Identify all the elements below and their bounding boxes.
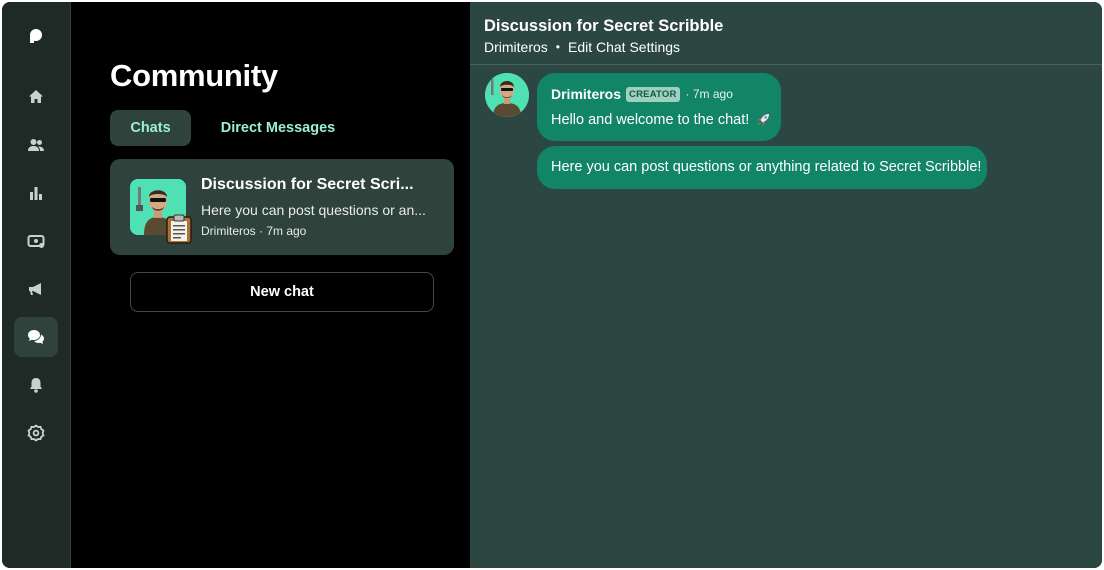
message-bubble: Drimiteros CREATOR · 7m ago Hello and we… (537, 73, 781, 141)
settings-icon[interactable] (14, 413, 58, 453)
chat-header-subtitle: Drimiteros • Edit Chat Settings (484, 39, 680, 55)
message-header: Drimiteros CREATOR · 7m ago (551, 86, 733, 102)
chat-owner-link[interactable]: Drimiteros (484, 39, 548, 55)
message-bubble: Here you can post questions or anything … (537, 146, 987, 189)
chat-panel: Discussion for Secret Scribble Drimitero… (470, 2, 1102, 568)
clipboard-icon (166, 214, 192, 244)
chat-header-title: Discussion for Secret Scribble (484, 17, 724, 35)
separator-dot: • (555, 40, 560, 54)
chat-list-item[interactable]: Discussion for Secret Scri... Here you c… (110, 159, 454, 255)
payouts-icon[interactable] (14, 221, 58, 261)
app-window: Community Chats Direct Messages Discussi… (2, 2, 1102, 568)
page-title: Community (110, 58, 278, 93)
message-text: Hello and welcome to the chat! (551, 111, 750, 128)
analytics-icon[interactable] (14, 173, 58, 213)
rocket-icon (757, 113, 771, 126)
chat-meta: Drimiteros · 7m ago (201, 224, 307, 238)
chat-icon[interactable] (14, 317, 58, 357)
new-chat-button[interactable]: New chat (130, 272, 434, 312)
message-timestamp: · 7m ago (685, 87, 733, 101)
tab-direct-messages[interactable]: Direct Messages (204, 110, 352, 146)
chat-preview: Here you can post questions or an... (201, 202, 426, 218)
chat-title: Discussion for Secret Scri... (201, 176, 414, 193)
home-icon[interactable] (14, 77, 58, 117)
patreon-logo-icon[interactable] (14, 16, 58, 56)
message-text: Here you can post questions or anything … (551, 159, 982, 175)
community-panel: Community Chats Direct Messages Discussi… (71, 2, 470, 568)
sidebar (2, 2, 71, 568)
message-text-row: Hello and welcome to the chat! (551, 111, 772, 128)
avatar[interactable] (485, 73, 529, 117)
message-author[interactable]: Drimiteros (551, 86, 621, 102)
edit-chat-settings-link[interactable]: Edit Chat Settings (568, 39, 680, 55)
notifications-icon[interactable] (14, 365, 58, 405)
promotions-icon[interactable] (14, 269, 58, 309)
members-icon[interactable] (14, 125, 58, 165)
tab-chats[interactable]: Chats (110, 110, 191, 146)
creator-badge: CREATOR (626, 86, 680, 102)
chat-header: Discussion for Secret Scribble Drimitero… (470, 2, 1102, 65)
